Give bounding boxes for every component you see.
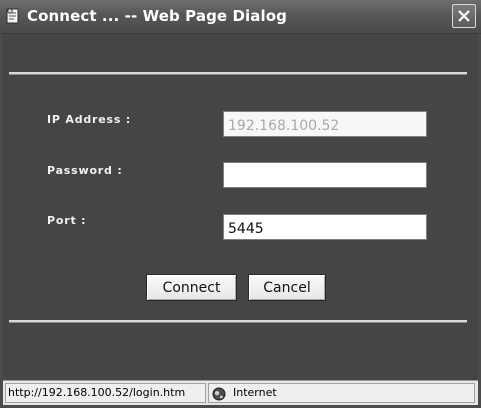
password-field[interactable] [223, 162, 427, 188]
close-button[interactable] [452, 4, 476, 28]
cancel-button[interactable]: Cancel [248, 274, 326, 301]
port-label: Port : [47, 214, 87, 227]
page-icon [5, 8, 21, 24]
security-zone: Internet [208, 383, 475, 403]
ip-address-label: IP Address : [47, 113, 132, 126]
globe-icon [212, 386, 226, 401]
connect-button[interactable]: Connect [146, 274, 237, 301]
ip-address-field[interactable] [223, 111, 427, 137]
top-divider [9, 72, 467, 75]
dialog-body: IP Address : Password : Port : Connect C… [3, 34, 478, 380]
dialog-window: Connect ... -- Web Page Dialog IP Addres… [0, 0, 481, 408]
zone-label: Internet [233, 386, 277, 399]
status-bar: http://192.168.100.52/login.htm Internet [3, 380, 478, 405]
port-field[interactable] [223, 214, 427, 240]
bottom-divider [9, 320, 467, 323]
password-label: Password : [47, 164, 123, 177]
status-url: http://192.168.100.52/login.htm [5, 383, 206, 403]
window-title: Connect ... -- Web Page Dialog [27, 7, 288, 25]
title-bar[interactable]: Connect ... -- Web Page Dialog [0, 0, 481, 34]
